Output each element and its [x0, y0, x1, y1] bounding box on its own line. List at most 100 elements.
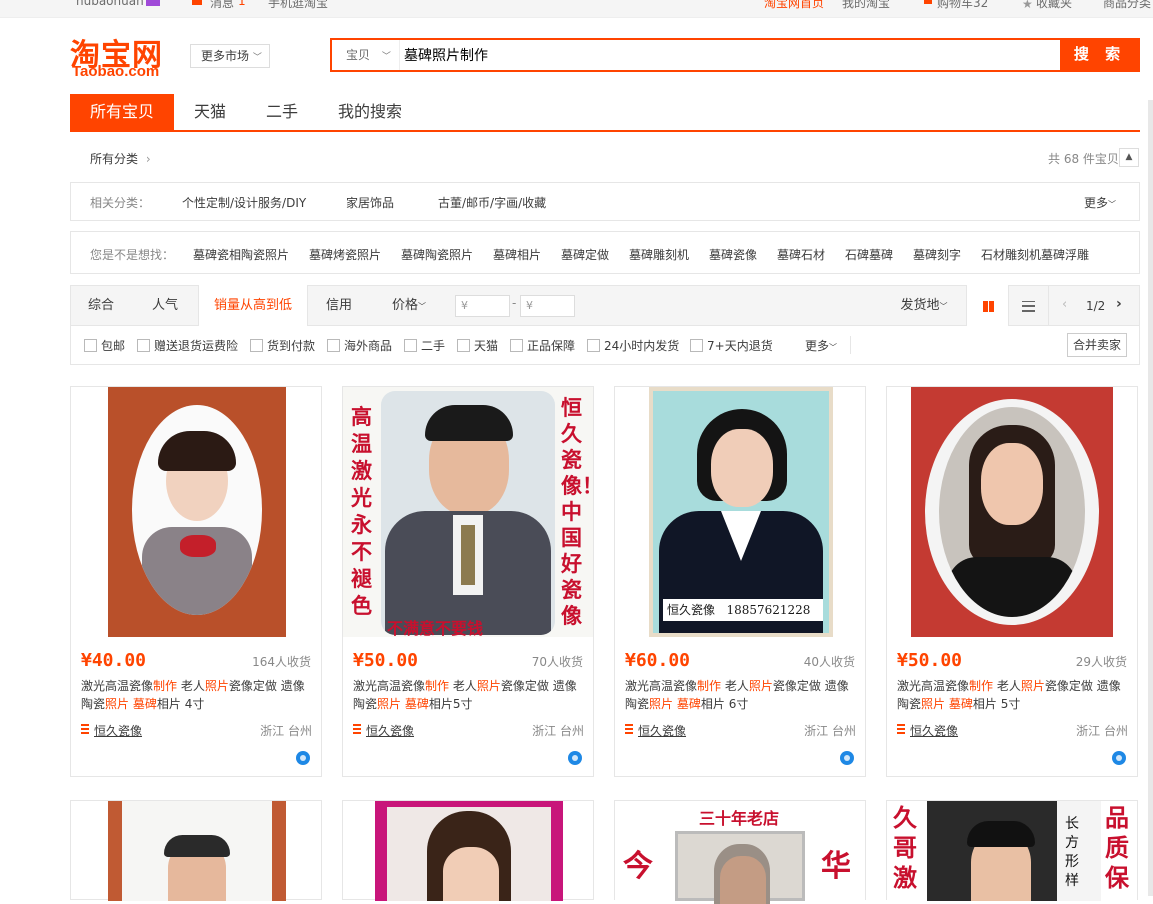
username-link[interactable]: nubaonuan: [76, 0, 144, 8]
related-item[interactable]: 古董/邮币/字画/收藏: [438, 194, 546, 211]
face-front: [711, 429, 773, 507]
home-link[interactable]: 淘宝网首页: [764, 0, 824, 11]
wangwang-chat-icon[interactable]: [1112, 751, 1126, 765]
suggestion-item[interactable]: 墓碑刻字: [913, 246, 961, 263]
search-input[interactable]: [404, 40, 1054, 70]
checkbox-return-insurance[interactable]: [137, 339, 150, 352]
wangwang-chat-icon[interactable]: [296, 751, 310, 765]
tie: [461, 525, 475, 585]
hair: [158, 431, 236, 471]
suggestion-item[interactable]: 石材雕刻机墓碑浮雕: [981, 246, 1089, 263]
price-min-input[interactable]: ¥: [455, 295, 510, 317]
tab-my-search[interactable]: 我的搜索: [318, 94, 422, 130]
product-card[interactable]: ¥40.00 164人收货 激光高温瓷像制作 老人照片瓷像定做 遗像 陶瓷照片 墓…: [70, 386, 322, 777]
checkbox-tmall[interactable]: [457, 339, 470, 352]
suggestion-item[interactable]: 墓碑瓷相陶瓷照片: [193, 246, 289, 263]
sort-credit[interactable]: 信用: [308, 285, 370, 326]
page-scrollbar[interactable]: [1148, 100, 1153, 896]
product-image[interactable]: [911, 387, 1113, 637]
shop-link[interactable]: 恒久瓷像: [910, 722, 958, 739]
product-title[interactable]: 激光高温瓷像制作 老人照片瓷像定做 遗像 陶瓷照片 墓碑相片 6寸: [625, 677, 853, 713]
sort-sales[interactable]: 销量从高到低: [198, 285, 308, 327]
shop-link[interactable]: 恒久瓷像: [94, 722, 142, 739]
suggestion-item[interactable]: 墓碑相片: [493, 246, 541, 263]
product-card[interactable]: [342, 800, 594, 901]
suggestion-item[interactable]: 墓碑瓷像: [709, 246, 757, 263]
shop-link[interactable]: 恒久瓷像: [366, 722, 414, 739]
checkbox-24h-ship[interactable]: [587, 339, 600, 352]
suggestion-item[interactable]: 墓碑陶瓷照片: [401, 246, 473, 263]
checkbox-free-shipping[interactable]: [84, 339, 97, 352]
message-count: 1: [238, 0, 246, 8]
product-title[interactable]: 激光高温瓷像制作 老人照片瓷像定做 遗像 陶瓷照片 墓碑相片 4寸: [81, 677, 309, 713]
grid-view-button[interactable]: [966, 285, 1009, 326]
product-image[interactable]: 恒久瓷像 18857621228: [649, 387, 833, 637]
suggestion-item[interactable]: 石碑墓碑: [845, 246, 893, 263]
product-image[interactable]: [375, 801, 563, 901]
search-category-select[interactable]: 宝贝 ﹀: [332, 40, 400, 70]
product-card[interactable]: 久哥激 品质保 长方形样: [886, 800, 1138, 901]
product-title[interactable]: 激光高温瓷像制作 老人照片瓷像定做 遗像 陶瓷照片 墓碑相片5寸: [353, 677, 581, 713]
merge-seller-button[interactable]: 合并卖家: [1067, 333, 1127, 357]
wangwang-chat-icon[interactable]: [840, 751, 854, 765]
collapse-button[interactable]: ▲: [1119, 148, 1139, 167]
filter-more-button[interactable]: 更多﹀: [805, 337, 837, 354]
prev-page-icon[interactable]: ‹: [1062, 297, 1067, 312]
suggestion-item[interactable]: 墓碑雕刻机: [629, 246, 689, 263]
related-item[interactable]: 个性定制/设计服务/DIY: [182, 194, 306, 211]
suggestion-item[interactable]: 墓碑烤瓷照片: [309, 246, 381, 263]
suggestion-label: 您是不是想找：: [90, 248, 175, 262]
related-more-button[interactable]: 更多﹀: [1084, 194, 1116, 211]
sort-popularity[interactable]: 人气: [132, 285, 198, 326]
product-sold: 70人收货: [531, 655, 583, 669]
wangwang-chat-icon[interactable]: [568, 751, 582, 765]
favorites-link[interactable]: 收藏夹: [1036, 0, 1072, 11]
list-view-button[interactable]: [1009, 285, 1049, 326]
product-card[interactable]: 三十年老店 今 华: [614, 800, 866, 904]
product-card[interactable]: [70, 800, 322, 901]
tab-secondhand[interactable]: 二手: [246, 94, 318, 130]
suggestion-item[interactable]: 墓碑石材: [777, 246, 825, 263]
search-button[interactable]: 搜 索: [1060, 38, 1140, 72]
product-card[interactable]: ¥50.00 29人收货 激光高温瓷像制作 老人照片瓷像定做 遗像 陶瓷照片 墓碑…: [886, 386, 1138, 777]
more-market-dropdown[interactable]: 更多市场 ﹀: [190, 44, 270, 68]
product-image[interactable]: 三十年老店 今 华: [615, 801, 865, 904]
product-sold: 29人收货: [1075, 655, 1127, 669]
product-card[interactable]: 高温激光永不褪色 恒久瓷像！中国好瓷像 不满意不要钱 ¥50.00 70人收货 …: [342, 386, 594, 777]
shop-link[interactable]: 恒久瓷像: [638, 722, 686, 739]
related-item[interactable]: 家居饰品: [346, 194, 394, 211]
product-title[interactable]: 激光高温瓷像制作 老人照片瓷像定做 遗像 陶瓷照片 墓碑相片 5寸: [897, 677, 1125, 713]
checkbox-7day-return[interactable]: [690, 339, 703, 352]
porcelain-plate: [122, 801, 272, 901]
filter-label: 天猫: [474, 339, 499, 353]
checkbox-cod[interactable]: [250, 339, 263, 352]
checkbox-overseas[interactable]: [327, 339, 340, 352]
product-image[interactable]: 久哥激 品质保 长方形样: [887, 801, 1137, 901]
product-image[interactable]: [108, 801, 286, 901]
product-card[interactable]: 恒久瓷像 18857621228 ¥60.00 40人收货 激光高温瓷像制作 老…: [614, 386, 866, 777]
taobao-logo-en[interactable]: Taobao.com: [72, 63, 159, 80]
product-price: ¥60.00: [625, 650, 691, 671]
checkbox-secondhand[interactable]: [404, 339, 417, 352]
category-link[interactable]: 商品分类: [1103, 0, 1151, 11]
mobile-link[interactable]: 手机逛淘宝: [268, 0, 328, 11]
my-taobao-link[interactable]: 我的淘宝: [842, 0, 890, 11]
filter-label: 货到付款: [267, 339, 316, 353]
sort-default[interactable]: 综合: [70, 285, 132, 326]
tab-tmall[interactable]: 天猫: [174, 94, 246, 130]
face: [443, 847, 499, 901]
ship-from-dropdown[interactable]: 发货地﹀: [892, 285, 956, 326]
filter-label: 正品保障: [527, 339, 576, 353]
next-page-icon[interactable]: ›: [1116, 296, 1122, 312]
suggestion-item[interactable]: 墓碑定做: [561, 246, 609, 263]
tab-all[interactable]: 所有宝贝: [70, 94, 174, 130]
cart-link[interactable]: 购物车32: [937, 0, 988, 11]
breadcrumb[interactable]: 所有分类 ›: [90, 150, 151, 167]
product-image[interactable]: [108, 387, 286, 637]
grid-icon: [983, 301, 994, 312]
sort-price[interactable]: 价格﹀: [378, 285, 440, 326]
product-image[interactable]: 高温激光永不褪色 恒久瓷像！中国好瓷像 不满意不要钱: [343, 387, 593, 637]
checkbox-genuine[interactable]: [510, 339, 523, 352]
message-link[interactable]: 消息: [210, 0, 234, 11]
price-max-input[interactable]: ¥: [520, 295, 575, 317]
